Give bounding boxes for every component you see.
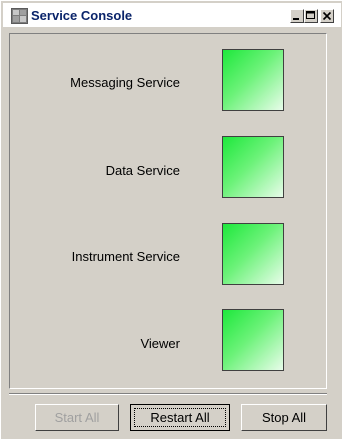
- close-icon: [322, 11, 332, 21]
- app-icon[interactable]: [11, 8, 28, 24]
- minimize-icon: [293, 18, 299, 20]
- status-indicator-data: [222, 136, 284, 198]
- start-all-button[interactable]: Start All: [35, 404, 119, 431]
- focus-ring: [134, 408, 226, 427]
- close-button[interactable]: [320, 9, 334, 23]
- service-label-instrument: Instrument Service: [71, 249, 180, 264]
- maximize-button[interactable]: [304, 9, 318, 23]
- stop-all-label: Stop All: [261, 410, 307, 425]
- service-label-messaging: Messaging Service: [70, 75, 180, 90]
- stop-all-button[interactable]: Stop All: [241, 404, 327, 431]
- window-title: Service Console: [31, 8, 133, 23]
- restart-all-button[interactable]: Restart All: [130, 404, 230, 431]
- service-label-data: Data Service: [105, 163, 180, 178]
- start-all-label: Start All: [54, 410, 100, 425]
- minimize-button[interactable]: [290, 9, 304, 23]
- separator: [9, 393, 327, 395]
- status-indicator-instrument: [222, 223, 284, 285]
- title-bar[interactable]: Service Console: [3, 3, 341, 27]
- status-indicator-viewer: [222, 309, 284, 371]
- maximize-icon: [306, 11, 315, 19]
- service-console-window: Service Console Messaging Service Data S…: [0, 0, 342, 439]
- status-indicator-messaging: [222, 49, 284, 111]
- service-label-viewer: Viewer: [140, 336, 180, 351]
